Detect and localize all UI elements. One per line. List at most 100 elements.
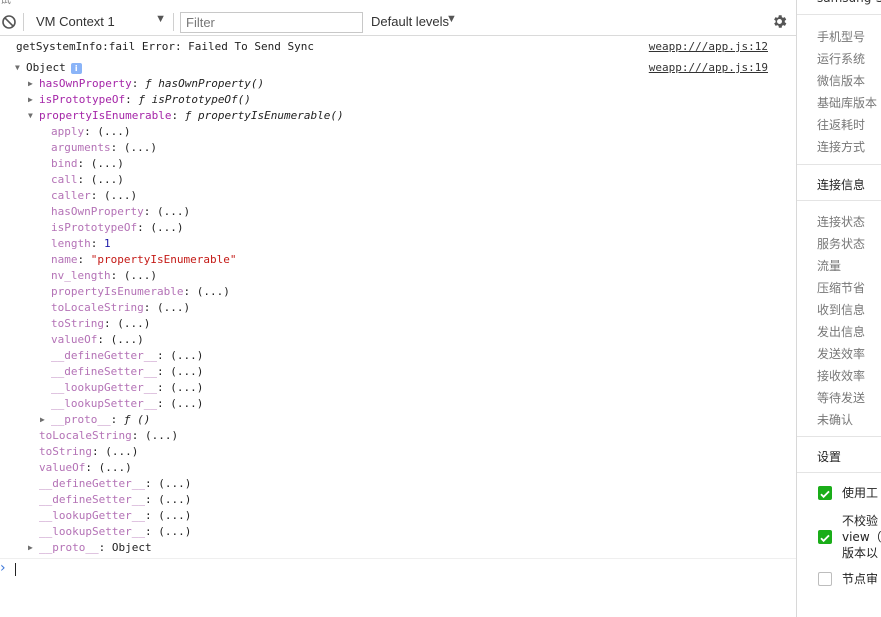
- context-select[interactable]: VM Context 1 ▼: [28, 12, 168, 32]
- info-label: 往返耗时: [817, 118, 866, 132]
- info-label: 微信版本: [817, 74, 866, 88]
- property-value: (...): [90, 173, 124, 186]
- key-separator: :: [156, 365, 171, 378]
- property-key: apply: [51, 125, 85, 138]
- expand-triangle-icon[interactable]: ▶: [40, 412, 51, 428]
- tree-child-row: __defineGetter__: (...): [51, 348, 203, 364]
- clipped-text: ...: [500, 0, 509, 3]
- error-message: getSystemInfo:fail Error: Failed To Send…: [0, 39, 796, 55]
- key-separator: :: [90, 237, 104, 250]
- tree-row-hasownproperty[interactable]: ▶ hasOwnProperty: ƒ hasOwnProperty(): [28, 76, 264, 92]
- checkbox-checked[interactable]: [818, 486, 832, 500]
- tree-child-row: __lookupGetter__: (...): [51, 380, 203, 396]
- tree-child-row: propertyIsEnumerable: (...): [51, 284, 230, 300]
- info-label: 流量: [817, 259, 842, 273]
- toolbar-divider: [23, 13, 24, 31]
- property-value: Object: [111, 541, 152, 554]
- property-key: hasOwnProperty: [51, 205, 144, 218]
- property-value: (...): [150, 221, 184, 234]
- divider: [797, 436, 881, 437]
- check-icon: [820, 490, 830, 499]
- key-separator: :: [156, 349, 171, 362]
- collapse-triangle-icon[interactable]: ▼: [28, 108, 39, 124]
- property-key: toString: [51, 317, 104, 330]
- tree-child-row: isPrototypeOf: (...): [51, 220, 183, 236]
- context-select-label: VM Context 1: [36, 14, 115, 29]
- setting-label: 不校验 view（ 版本以: [842, 514, 881, 560]
- error-text: getSystemInfo:fail Error: Failed To Send…: [16, 40, 315, 53]
- console-messages: getSystemInfo:fail Error: Failed To Send…: [0, 38, 796, 558]
- tree-sibling-row: __lookupGetter__: (...): [39, 508, 191, 524]
- gear-icon[interactable]: [771, 13, 788, 30]
- key-separator: :: [110, 413, 124, 426]
- tree-sibling-row: toString: (...): [39, 444, 138, 460]
- key-separator: :: [90, 189, 104, 202]
- tree-child-row: hasOwnProperty: (...): [51, 204, 190, 220]
- info-icon[interactable]: i: [70, 62, 82, 74]
- tree-sibling-row: toLocaleString: (...): [39, 428, 178, 444]
- property-key: toLocaleString: [39, 429, 132, 442]
- clipped-text: ...: [390, 0, 399, 3]
- key-separator: :: [77, 253, 91, 266]
- object-log-message: ▼ Object i weapp:///app.js:19: [0, 60, 796, 76]
- key-separator: :: [183, 285, 197, 298]
- object-tree-root[interactable]: ▼ Object i: [15, 60, 82, 76]
- expand-triangle-icon[interactable]: ▶: [28, 76, 39, 92]
- property-value: (...): [170, 381, 204, 394]
- tree-child-row: valueOf: (...): [51, 332, 144, 348]
- log-levels-select[interactable]: Default levels ▼: [371, 12, 471, 32]
- checkbox-unchecked[interactable]: [818, 572, 832, 586]
- key-separator: :: [143, 301, 157, 314]
- property-value: (...): [170, 349, 204, 362]
- property-key: propertyIsEnumerable: [39, 109, 172, 122]
- tree-sibling-row: __defineSetter__: (...): [39, 492, 191, 508]
- tree-child-row: name: "propertyIsEnumerable": [51, 252, 236, 268]
- key-separator: :: [144, 477, 159, 490]
- source-link[interactable]: weapp:///app.js:12: [649, 39, 768, 55]
- property-value: (...): [156, 301, 191, 314]
- prompt-arrow-icon: ›: [0, 560, 6, 576]
- checkbox-checked[interactable]: [818, 530, 832, 544]
- key-separator: :: [103, 317, 118, 330]
- check-icon: [820, 534, 830, 543]
- source-link[interactable]: weapp:///app.js:19: [649, 60, 768, 76]
- section-header-settings: 设置: [817, 450, 842, 464]
- expand-triangle-icon[interactable]: ▶: [28, 540, 39, 556]
- property-value: (...): [123, 269, 157, 282]
- log-levels-label: Default levels: [371, 14, 450, 29]
- key-separator: :: [143, 205, 157, 218]
- console-prompt[interactable]: ›: [0, 558, 796, 578]
- clear-console-icon[interactable]: [1, 14, 17, 30]
- info-label: 连接方式: [817, 140, 866, 154]
- property-key: __defineGetter__: [39, 477, 145, 490]
- property-key: __lookupSetter__: [51, 397, 157, 410]
- info-label: 收到信息: [817, 303, 866, 317]
- filter-input[interactable]: [180, 12, 363, 33]
- property-key: call: [51, 173, 78, 186]
- property-value: (...): [98, 461, 132, 474]
- property-key: isPrototypeOf: [51, 221, 138, 234]
- tree-child-row: apply: (...): [51, 124, 131, 140]
- key-separator: :: [144, 509, 159, 522]
- key-separator: :: [110, 269, 124, 282]
- tree-row-outer-proto[interactable]: ▶ __proto__: Object: [28, 540, 152, 556]
- tree-row-propertyisenumerable[interactable]: ▼ propertyIsEnumerable: ƒ propertyIsEnume…: [28, 108, 344, 124]
- chevron-down-icon: ▼: [155, 13, 166, 25]
- divider: [797, 164, 881, 165]
- expand-triangle-icon[interactable]: ▼: [15, 60, 26, 76]
- property-value: ƒ isPrototypeOf(): [138, 93, 251, 106]
- object-label: Object: [26, 61, 66, 74]
- key-separator: :: [85, 461, 99, 474]
- section-header-connection: 连接信息: [817, 178, 866, 192]
- info-label: 服务状态: [817, 237, 866, 251]
- property-key: arguments: [51, 141, 111, 154]
- key-separator: :: [137, 221, 151, 234]
- chevron-down-icon: ▼: [446, 13, 457, 25]
- key-separator: :: [125, 93, 139, 106]
- property-value: (...): [104, 189, 138, 202]
- tree-child-row: arguments: (...): [51, 140, 157, 156]
- tree-row-isprototypeof[interactable]: ▶ isPrototypeOf: ƒ isPrototypeOf(): [28, 92, 251, 108]
- expand-triangle-icon[interactable]: ▶: [28, 92, 39, 108]
- tree-row-inner-proto[interactable]: ▶ __proto__: ƒ (): [40, 412, 150, 428]
- setting-label: 节点审: [842, 572, 879, 586]
